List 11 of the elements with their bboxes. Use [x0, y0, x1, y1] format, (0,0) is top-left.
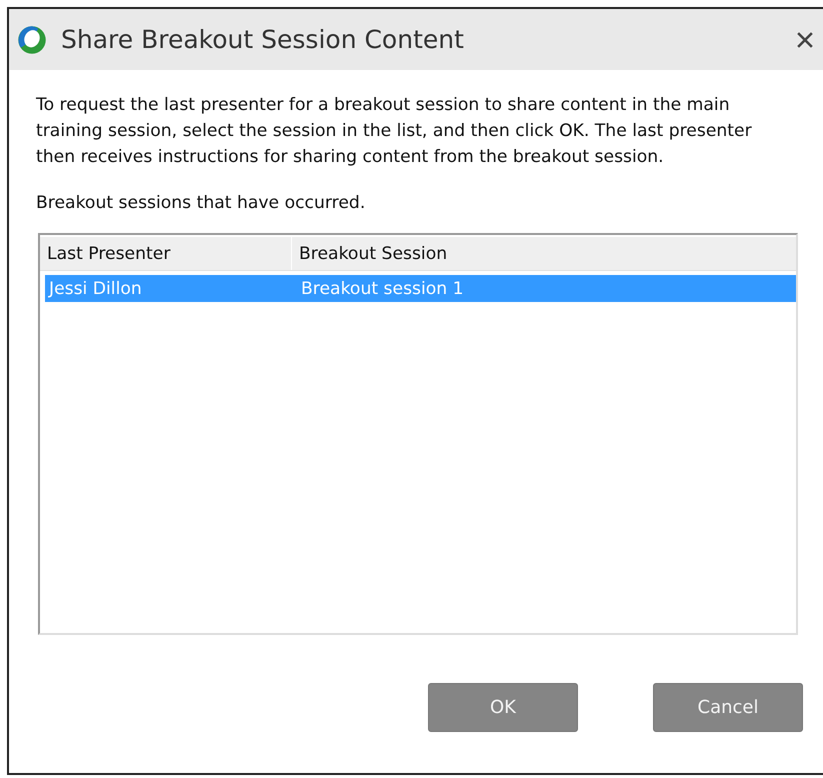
list-row[interactable]: Jessi Dillon Breakout session 1	[45, 275, 796, 302]
column-header[interactable]: Last Presenter	[40, 237, 292, 270]
table-cell-text: Jessi Dillon	[47, 278, 143, 298]
list-label: Breakout sessions that have occurred.	[36, 192, 366, 215]
table-cell-text: Breakout session 1	[300, 278, 464, 298]
ok-button[interactable]: OK	[428, 683, 578, 732]
window-title: Share Breakout Session Content	[61, 25, 465, 54]
description-text: To request the last presenter for a breakout session to share content in the main training session, select the session in the list, and then click OK. The last presenter then receives instructions for sharing content from the breakout session.	[36, 94, 753, 169]
cancel-button[interactable]: Cancel	[653, 683, 803, 732]
app-logo-icon	[17, 24, 47, 54]
column-header[interactable]: Breakout Session	[292, 237, 448, 270]
